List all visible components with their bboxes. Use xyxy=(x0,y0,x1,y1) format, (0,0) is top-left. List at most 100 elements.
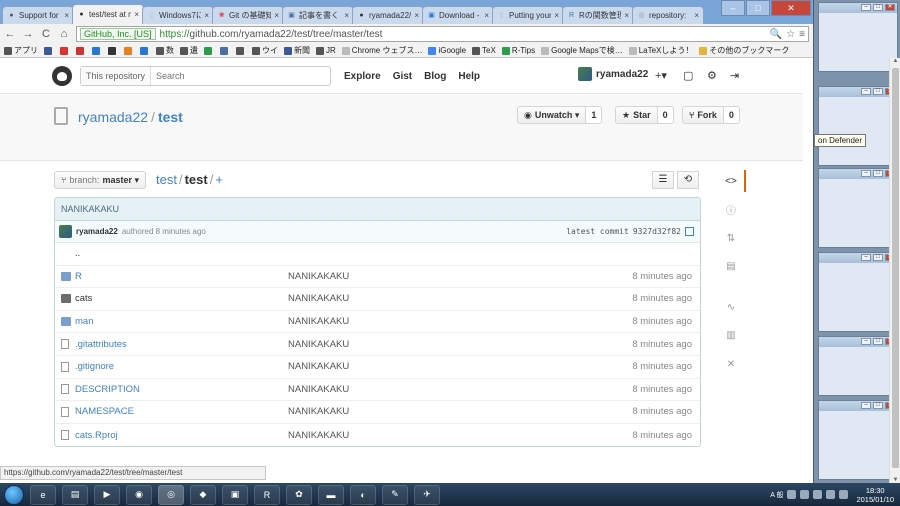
nav-gist[interactable]: Gist xyxy=(393,71,412,82)
address-bar[interactable]: GitHub, Inc. [US] https://github.com/rya… xyxy=(76,26,809,42)
page-scrollbar[interactable]: ▲ ▼ xyxy=(889,58,900,483)
file-row[interactable]: DESCRIPTION NANIKAKAKU 8 minutes ago xyxy=(55,379,700,402)
reload-button[interactable]: C xyxy=(40,28,52,40)
commit-sha-link[interactable]: 9327d32f82 xyxy=(633,227,681,236)
menu-icon[interactable]: ≡ xyxy=(799,29,805,40)
bookmark-item[interactable]: R-Tips xyxy=(501,46,535,55)
bookmark-item[interactable] xyxy=(92,46,102,55)
scroll-thumb[interactable] xyxy=(892,68,899,468)
file-commit-message[interactable]: NANIKAKAKU xyxy=(288,316,349,327)
close-tab-icon[interactable]: × xyxy=(624,11,629,20)
start-button[interactable] xyxy=(4,484,24,505)
network-icon[interactable] xyxy=(826,490,836,499)
bookmark-item[interactable] xyxy=(44,46,54,55)
file-name-link[interactable]: cats.Rproj xyxy=(75,430,118,441)
file-row[interactable]: .gitignore NANIKAKAKU 8 minutes ago xyxy=(55,356,700,379)
browser-tab[interactable]: ▯ Windows7に × xyxy=(142,6,214,24)
file-commit-message[interactable]: NANIKAKAKU xyxy=(288,271,349,282)
file-commit-message[interactable]: NANIKAKAKU xyxy=(288,430,349,441)
bookmark-item[interactable]: TeX xyxy=(472,46,496,55)
minimize-button[interactable]: – xyxy=(721,0,745,16)
gear-icon[interactable]: ⚙ xyxy=(707,69,717,82)
ev-certificate-badge[interactable]: GitHub, Inc. [US] xyxy=(80,28,156,40)
side-nav-graphs-icon[interactable]: ▥ xyxy=(718,322,744,351)
search-input[interactable] xyxy=(151,67,330,85)
taskbar-app-icon[interactable]: ✿ xyxy=(286,484,312,505)
stars-count[interactable]: 0 xyxy=(657,106,674,124)
new-file-link[interactable]: + xyxy=(215,172,223,187)
bookmark-item[interactable] xyxy=(124,46,134,55)
bookmark-item[interactable]: JR xyxy=(316,46,336,55)
home-button[interactable]: ⌂ xyxy=(58,28,70,40)
bookmark-item[interactable]: Chrome ウェブス… xyxy=(341,45,422,56)
side-nav-settings-icon[interactable]: ✕ xyxy=(718,350,744,379)
parent-dir-row[interactable]: .. xyxy=(55,243,700,266)
file-name-link[interactable]: .gitattributes xyxy=(75,339,127,350)
browser-tab[interactable]: R Rの関数管理 × xyxy=(562,6,634,24)
bookmark-item[interactable] xyxy=(140,46,150,55)
repo-name-link[interactable]: test xyxy=(158,109,183,125)
nav-explore[interactable]: Explore xyxy=(344,71,381,82)
bookmark-item[interactable] xyxy=(76,46,86,55)
taskbar-app-icon[interactable]: R xyxy=(254,484,280,505)
taskbar-app-icon[interactable]: ◆ xyxy=(190,484,216,505)
forward-button[interactable]: → xyxy=(22,28,34,40)
side-nav-wiki-icon[interactable]: ▤ xyxy=(718,253,744,282)
browser-tab[interactable]: ● test/test at m × xyxy=(72,4,144,24)
branch-select-button[interactable]: ⑂ branch: master ▾ xyxy=(54,171,146,189)
file-commit-message[interactable]: NANIKAKAKU xyxy=(288,339,349,350)
close-tab-icon[interactable]: × xyxy=(554,11,559,20)
close-tab-icon[interactable]: × xyxy=(414,11,419,20)
browser-tab[interactable]: ▯ Putting your × xyxy=(492,6,564,24)
taskbar-app-icon[interactable]: e xyxy=(30,484,56,505)
close-tab-icon[interactable]: × xyxy=(344,11,349,20)
file-row[interactable]: cats NANIKAKAKU 8 minutes ago xyxy=(55,288,700,311)
star-bookmark-icon[interactable]: ☆ xyxy=(786,29,795,40)
browser-tab[interactable]: ▣ 記事を書く - × xyxy=(282,6,354,24)
close-tab-icon[interactable]: × xyxy=(64,11,69,20)
github-octocat-icon[interactable] xyxy=(52,66,72,86)
bookmark-item[interactable]: アプリ xyxy=(4,45,38,56)
tray-icon[interactable] xyxy=(787,490,797,499)
file-commit-message[interactable]: NANIKAKAKU xyxy=(288,384,349,395)
ime-indicator[interactable]: A 般 xyxy=(770,490,783,500)
tray-icon[interactable] xyxy=(813,490,823,499)
file-name-link[interactable]: man xyxy=(75,316,93,327)
bookmark-item[interactable]: iGoogle xyxy=(428,46,466,55)
scroll-up-icon[interactable]: ▲ xyxy=(890,58,900,64)
bookmark-item[interactable] xyxy=(108,46,118,55)
browser-tab[interactable]: ● Support for × xyxy=(2,6,74,24)
bookmark-item[interactable] xyxy=(220,46,230,55)
file-name-link[interactable]: cats xyxy=(75,293,92,304)
commit-title[interactable]: NANIKAKAKU xyxy=(55,198,700,221)
file-name-link[interactable]: .gitignore xyxy=(75,361,114,372)
bookmark-item[interactable] xyxy=(204,46,214,55)
side-nav-pulse-icon[interactable]: ∿ xyxy=(718,293,744,322)
user-menu[interactable]: ryamada22 xyxy=(578,67,648,81)
close-tab-icon[interactable]: × xyxy=(694,11,699,20)
maximize-button[interactable]: □ xyxy=(746,0,770,16)
back-button[interactable]: ← xyxy=(4,28,16,40)
browser-tab[interactable]: ◎ repository: × xyxy=(632,6,704,24)
volume-icon[interactable] xyxy=(839,490,849,499)
file-name-link[interactable]: R xyxy=(75,271,82,282)
taskbar-app-icon[interactable]: ◉ xyxy=(126,484,152,505)
file-commit-message[interactable]: NANIKAKAKU xyxy=(288,361,349,372)
bookmark-item[interactable]: LaTeXしよう！ xyxy=(628,45,693,56)
file-row[interactable]: R NANIKAKAKU 8 minutes ago xyxy=(55,266,700,289)
sign-out-icon[interactable]: ⇥ xyxy=(730,69,739,82)
file-name-link[interactable]: NAMESPACE xyxy=(75,406,134,417)
parent-dir-link[interactable]: .. xyxy=(75,248,80,259)
clock[interactable]: 18:30 2015/01/10 xyxy=(856,486,894,504)
taskbar-app-icon[interactable]: ◐ xyxy=(350,484,376,505)
file-row[interactable]: cats.Rproj NANIKAKAKU 8 minutes ago xyxy=(55,424,700,447)
close-tab-icon[interactable]: × xyxy=(484,11,489,20)
forks-count[interactable]: 0 xyxy=(723,106,740,124)
browser-tab[interactable]: ❀ Git の基礎知 × xyxy=(212,6,284,24)
browser-tab[interactable]: ● ryamada22/te× xyxy=(352,6,424,24)
bookmark-item[interactable]: 新聞 xyxy=(284,45,310,56)
close-window-button[interactable]: ✕ xyxy=(771,0,811,16)
file-row[interactable]: man NANIKAKAKU 8 minutes ago xyxy=(55,311,700,334)
close-tab-icon[interactable]: × xyxy=(204,11,209,20)
taskbar-app-icon[interactable]: ▤ xyxy=(62,484,88,505)
